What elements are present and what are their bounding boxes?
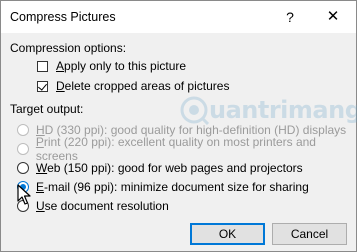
radio-print-row: Print (220 ppi): excellent quality on mo… [17,135,356,163]
help-button[interactable]: ? [282,7,298,27]
title-bar: Compress Pictures ? ✕ [1,1,356,33]
apply-only-checkbox-row[interactable]: Apply only to this picture [37,58,186,74]
delete-cropped-checkbox-row[interactable]: Delete cropped areas of pictures [37,78,229,94]
radio-print [17,143,29,155]
ok-button[interactable]: OK [190,223,265,245]
watermark: uantrimang [179,95,357,125]
apply-only-label: Apply only to this picture [56,59,187,73]
radio-print-label: Print (220 ppi): excellent quality on mo… [35,135,316,163]
apply-only-checkbox[interactable] [37,60,48,72]
dialog-title: Compress Pictures [10,10,116,24]
radio-hd [17,124,29,136]
radio-document-resolution-label: Use document resolution [36,199,169,213]
compression-options-heading: Compression options: [10,41,127,55]
radio-web-label: Web (150 ppi): good for web pages and pr… [36,161,303,175]
compress-pictures-dialog: Compress Pictures ? ✕ Compression option… [0,0,357,252]
target-output-heading: Target output: [10,102,84,116]
watermark-text: uantrimang [209,96,357,124]
cancel-button[interactable]: Cancel [272,223,347,245]
delete-cropped-checkbox[interactable] [37,80,48,92]
delete-cropped-label: Delete cropped areas of pictures [56,79,230,93]
mouse-pointer-icon [17,184,31,205]
close-button[interactable]: ✕ [325,7,341,27]
radio-web[interactable] [17,162,29,174]
radio-web-row[interactable]: Web (150 ppi): good for web pages and pr… [17,160,303,176]
radio-email-row[interactable]: E-mail (96 ppi): minimize document size … [17,179,309,195]
radio-document-resolution-row[interactable]: Use document resolution [17,198,169,214]
radio-email-label: E-mail (96 ppi): minimize document size … [36,180,309,194]
quantrimang-logo-icon [180,96,209,125]
